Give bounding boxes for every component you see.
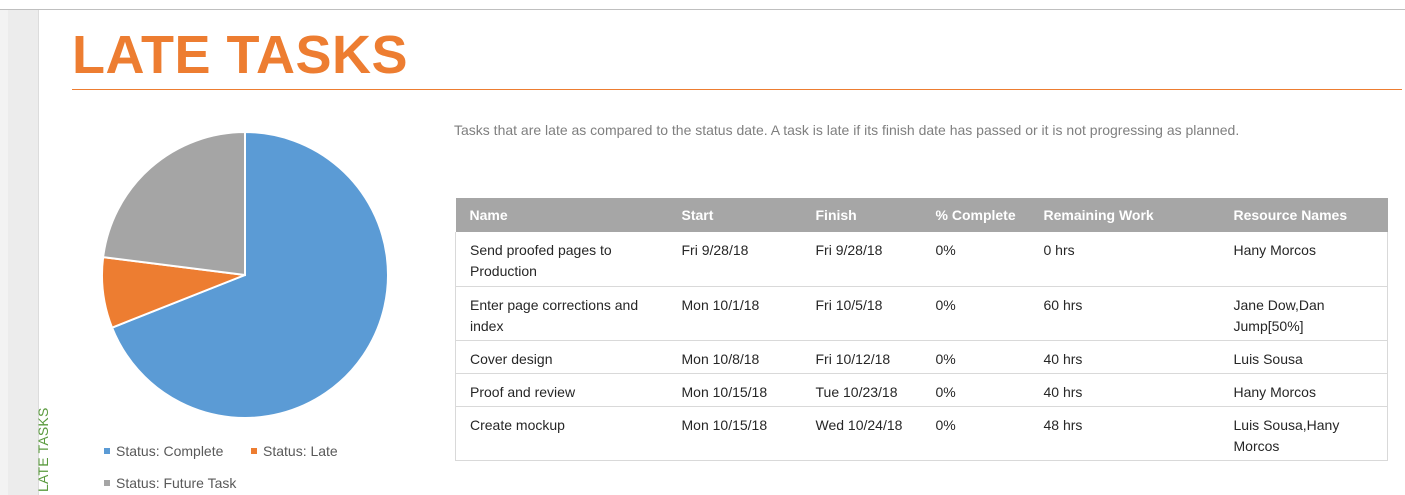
column-header-finish[interactable]: Finish	[801, 198, 922, 232]
column-header-name[interactable]: Name	[455, 198, 668, 232]
side-tab-label[interactable]: LATE TASKS	[35, 408, 51, 492]
cell-percent-complete: 0%	[921, 286, 1030, 341]
cell-name: Create mockup	[455, 406, 668, 461]
legend-item-future-task: Status: Future Task	[104, 475, 236, 491]
cell-remaining-work: 40 hrs	[1029, 373, 1220, 407]
column-header-remaining-work[interactable]: Remaining Work	[1029, 198, 1220, 232]
cell-start: Fri 9/28/18	[667, 232, 802, 287]
cell-finish: Tue 10/23/18	[801, 373, 922, 407]
table-header-row: Name Start Finish % Complete Remaining W…	[455, 198, 1388, 232]
cell-resource-names: Hany Morcos	[1219, 373, 1388, 407]
cell-remaining-work: 40 hrs	[1029, 340, 1220, 374]
cell-finish: Fri 9/28/18	[801, 232, 922, 287]
legend-label-future-task: Status: Future Task	[116, 475, 237, 491]
report-title: LATE TASKS	[72, 25, 408, 85]
legend-swatch-late	[251, 448, 257, 455]
cell-percent-complete: 0%	[921, 373, 1030, 407]
legend-label-late: Status: Late	[263, 443, 338, 459]
cell-percent-complete: 0%	[921, 340, 1030, 374]
table-row[interactable]: Create mockup Mon 10/15/18 Wed 10/24/18 …	[455, 406, 1388, 461]
column-header-resource-names[interactable]: Resource Names	[1219, 198, 1388, 232]
cell-start: Mon 10/1/18	[667, 286, 802, 341]
legend-swatch-complete	[104, 448, 110, 455]
cell-percent-complete: 0%	[921, 232, 1030, 287]
report-description: Tasks that are late as compared to the s…	[454, 122, 1240, 138]
cell-resource-names: Hany Morcos	[1219, 232, 1388, 287]
cell-name: Enter page corrections and index	[455, 286, 668, 341]
table-row[interactable]: Send proofed pages to Production Fri 9/2…	[455, 232, 1388, 287]
cell-remaining-work: 48 hrs	[1029, 406, 1220, 461]
table-row[interactable]: Proof and review Mon 10/15/18 Tue 10/23/…	[455, 373, 1388, 407]
legend-swatch-future-task	[104, 480, 110, 487]
pie-slice-status-future-task[interactable]	[102, 130, 246, 277]
title-divider	[72, 89, 1402, 90]
cell-finish: Fri 10/5/18	[801, 286, 922, 341]
cell-resource-names: Luis Sousa,Hany Morcos	[1219, 406, 1388, 461]
cell-finish: Fri 10/12/18	[801, 340, 922, 374]
legend-item-late: Status: Late	[251, 443, 338, 459]
cell-resource-names: Luis Sousa	[1219, 340, 1388, 374]
cell-name: Send proofed pages to Production	[455, 232, 668, 287]
table-row[interactable]: Cover design Mon 10/8/18 Fri 10/12/18 0%…	[455, 340, 1388, 374]
cell-percent-complete: 0%	[921, 406, 1030, 461]
top-border	[0, 0, 1405, 10]
cell-remaining-work: 0 hrs	[1029, 232, 1220, 287]
cell-resource-names: Jane Dow,Dan Jump[50%]	[1219, 286, 1388, 341]
cell-name: Proof and review	[455, 373, 668, 407]
column-header-percent-complete[interactable]: % Complete	[921, 198, 1030, 232]
legend-label-complete: Status: Complete	[116, 443, 224, 459]
late-tasks-table: Name Start Finish % Complete Remaining W…	[455, 198, 1388, 461]
cell-start: Mon 10/15/18	[667, 373, 802, 407]
table-row[interactable]: Enter page corrections and index Mon 10/…	[455, 286, 1388, 341]
legend-item-complete: Status: Complete	[104, 443, 223, 459]
column-header-start[interactable]: Start	[667, 198, 802, 232]
cell-remaining-work: 60 hrs	[1029, 286, 1220, 341]
cell-name: Cover design	[455, 340, 668, 374]
cell-finish: Wed 10/24/18	[801, 406, 922, 461]
pie-chart[interactable]	[95, 125, 395, 425]
cell-start: Mon 10/15/18	[667, 406, 802, 461]
cell-start: Mon 10/8/18	[667, 340, 802, 374]
